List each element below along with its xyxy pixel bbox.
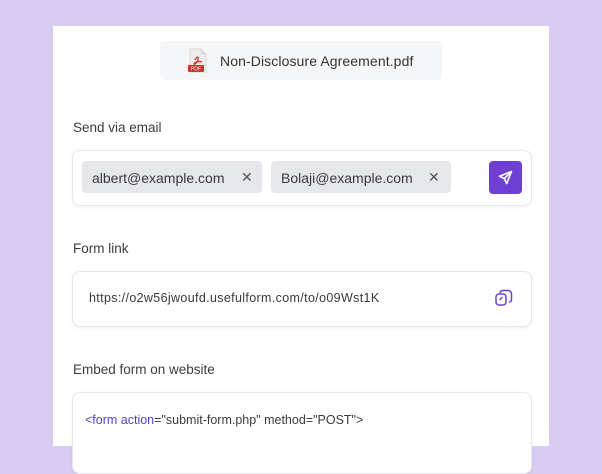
embed-code-line: <form action="submit-form.php" method="P… [85, 413, 363, 427]
pdf-badge-text: PDF [191, 67, 201, 73]
code-attributes: ="submit-form.php" method="POST"> [154, 413, 364, 427]
remove-recipient-icon[interactable]: ✕ [241, 169, 253, 186]
pdf-file-icon: PDF [188, 48, 207, 73]
recipient-tag: albert@example.com ✕ [82, 161, 262, 193]
send-icon [498, 170, 513, 185]
email-recipients-input[interactable]: albert@example.com ✕ Bolaji@example.com … [72, 150, 532, 206]
email-section-label: Send via email [73, 120, 162, 135]
form-link-field[interactable]: https://o2w56jwoufd.usefulform.com/to/o0… [72, 271, 532, 327]
recipient-email: albert@example.com [92, 170, 225, 186]
recipient-email: Bolaji@example.com [281, 170, 413, 186]
form-link-url: https://o2w56jwoufd.usefulform.com/to/o0… [89, 291, 380, 305]
code-tag-open: <form action [85, 413, 155, 427]
file-name: Non-Disclosure Agreement.pdf [220, 53, 414, 69]
file-chip[interactable]: PDF Non-Disclosure Agreement.pdf [160, 41, 442, 80]
share-card: PDF Non-Disclosure Agreement.pdf Send vi… [53, 26, 549, 474]
copy-icon[interactable] [494, 289, 513, 308]
embed-section-label: Embed form on website [73, 362, 215, 377]
link-section-label: Form link [73, 241, 129, 256]
remove-recipient-icon[interactable]: ✕ [428, 169, 440, 186]
recipient-tag: Bolaji@example.com ✕ [271, 161, 451, 193]
send-button[interactable] [489, 161, 522, 194]
embed-code-box[interactable]: <form action="submit-form.php" method="P… [72, 392, 532, 474]
